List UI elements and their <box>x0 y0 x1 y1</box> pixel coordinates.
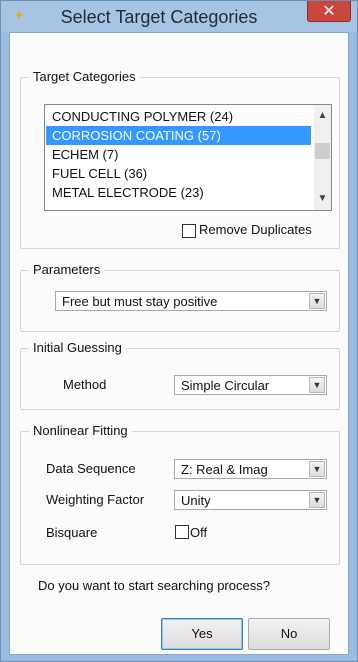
confirm-prompt: Do you want to start searching process? <box>38 578 270 593</box>
data-sequence-label: Data Sequence <box>46 461 136 476</box>
data-sequence-select[interactable]: Z: Real & Imag ▼ <box>174 459 327 479</box>
weighting-factor-label: Weighting Factor <box>46 492 145 507</box>
no-button[interactable]: No <box>248 618 330 650</box>
scroll-up-icon[interactable]: ▲ <box>314 107 331 124</box>
method-label: Method <box>63 377 107 392</box>
parameters-legend: Parameters <box>29 262 105 278</box>
remove-duplicates-label: Remove Duplicates <box>199 222 312 237</box>
initial-guessing-legend: Initial Guessing <box>29 340 126 356</box>
remove-duplicates-checkbox[interactable] <box>182 224 196 238</box>
dialog-window: ✦ Select Target Categories ✕ Target Cate… <box>0 0 358 662</box>
bisquare-checkbox[interactable] <box>175 525 189 539</box>
title-bar[interactable]: ✦ Select Target Categories ✕ <box>1 1 357 32</box>
list-item[interactable]: FUEL CELL (36) <box>46 164 311 183</box>
bisquare-label: Bisquare <box>46 525 98 540</box>
chevron-down-icon[interactable]: ▼ <box>309 377 325 393</box>
parameters-select[interactable]: Free but must stay positive ▼ <box>55 291 327 311</box>
scroll-down-icon[interactable]: ▼ <box>314 190 331 207</box>
chevron-down-icon[interactable]: ▼ <box>309 293 325 309</box>
parameters-value: Free but must stay positive <box>62 294 218 309</box>
close-button[interactable]: ✕ <box>307 1 351 22</box>
scroll-thumb[interactable] <box>315 143 330 159</box>
list-item[interactable]: CONDUCTING POLYMER (24) <box>46 107 311 126</box>
window-title: Select Target Categories <box>60 7 258 27</box>
target-categories-list[interactable]: CONDUCTING POLYMER (24) CORROSION COATIN… <box>44 104 332 211</box>
list-item-selected[interactable]: CORROSION COATING (57) <box>46 126 311 145</box>
data-sequence-value: Z: Real & Imag <box>181 462 268 477</box>
bisquare-value: Off <box>190 525 208 540</box>
dialog-body: Target Categories CONDUCTING POLYMER (24… <box>9 32 349 655</box>
list-item[interactable]: METAL ELECTRODE (23) <box>46 183 311 202</box>
weighting-factor-value: Unity <box>181 493 211 508</box>
nonlinear-fitting-legend: Nonlinear Fitting <box>29 423 132 439</box>
method-value: Simple Circular <box>181 378 270 393</box>
list-item[interactable]: ECHEM (7) <box>46 145 311 164</box>
target-categories-legend: Target Categories <box>29 69 140 85</box>
method-select[interactable]: Simple Circular ▼ <box>174 375 327 395</box>
chevron-down-icon[interactable]: ▼ <box>309 492 325 508</box>
yes-button[interactable]: Yes <box>161 618 243 650</box>
list-scrollbar[interactable]: ▲ ▼ <box>314 105 331 210</box>
chevron-down-icon[interactable]: ▼ <box>309 461 325 477</box>
weighting-factor-select[interactable]: Unity ▼ <box>174 490 327 510</box>
